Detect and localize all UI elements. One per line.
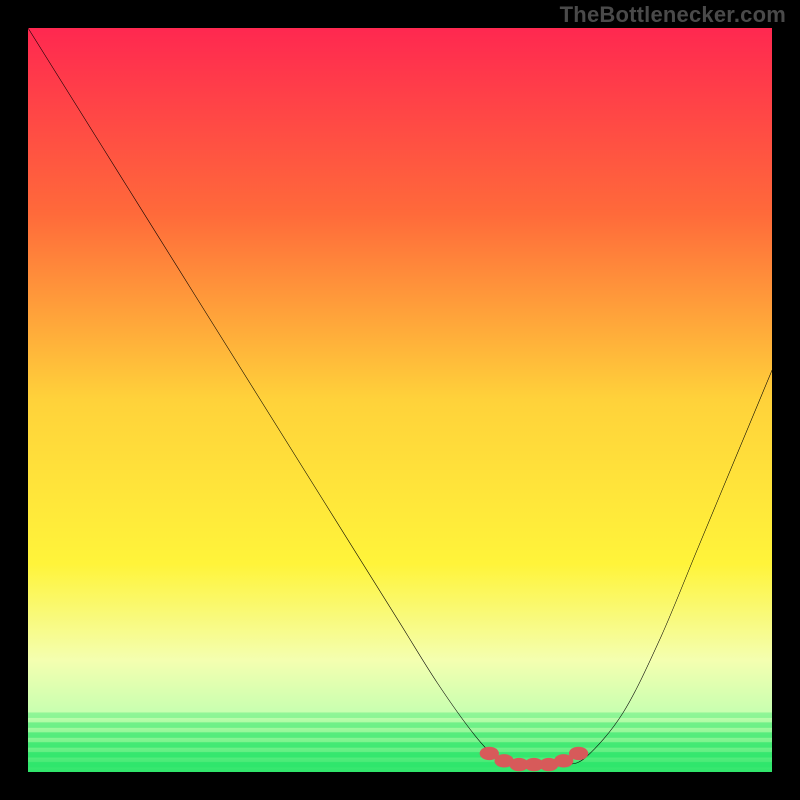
plot-area [28, 28, 772, 772]
chart-frame: TheBottlenecker.com [0, 0, 800, 800]
watermark-text: TheBottlenecker.com [560, 2, 786, 28]
chart-svg [28, 28, 772, 772]
gradient-backdrop [28, 28, 772, 772]
